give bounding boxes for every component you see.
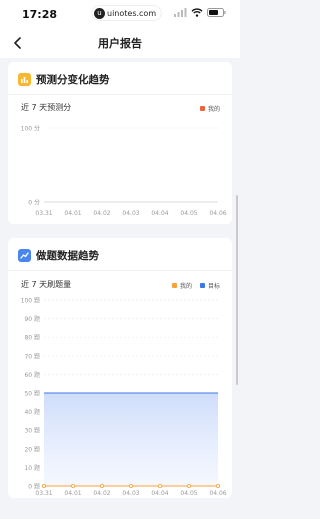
- x-tick-label: 04.06: [209, 210, 226, 217]
- status-bar: 17:28 u uinotes.com: [0, 0, 240, 28]
- practice-chart-subtitle: 近 7 天刷题量: [21, 280, 72, 289]
- x-tick-label: 03.31: [35, 490, 52, 496]
- x-tick-label: 03.31: [35, 210, 52, 217]
- status-time: 17:28: [22, 8, 58, 21]
- watermark-logo: u: [94, 7, 105, 19]
- y-tick-label: 30 题: [24, 428, 40, 435]
- legend-swatch: [199, 106, 205, 111]
- legend-label: 我的: [207, 106, 220, 113]
- wifi-icon: [191, 8, 203, 17]
- x-tick-label: 04.03: [122, 210, 139, 217]
- signal-icon: [174, 8, 187, 17]
- practice-trend-card: 做题数据趋势 近 7 天刷题量 我的 目标 100 题 90 题 80 题 70 题 6…: [8, 238, 232, 498]
- y-tick-label: 20 题: [24, 446, 40, 453]
- trend-line-icon: [18, 249, 31, 262]
- data-point: [186, 483, 191, 488]
- practice-trend-title: 做题数据趋势: [36, 250, 99, 262]
- x-tick-label: 04.02: [93, 490, 110, 496]
- legend-item-target: 目标: [199, 281, 220, 290]
- x-tick-label: 04.03: [122, 490, 139, 496]
- y-tick-label: 70 题: [24, 353, 40, 360]
- battery-icon: [207, 8, 226, 17]
- y-tick-label: 40 题: [24, 409, 40, 416]
- x-tick-label: 04.04: [151, 490, 168, 496]
- x-tick-label: 04.04: [151, 210, 168, 217]
- data-point: [215, 483, 220, 488]
- score-chart-legend: 我的: [192, 104, 220, 113]
- y-tick-label: 100 题: [21, 298, 40, 305]
- y-tick-label: 10 题: [24, 465, 40, 472]
- practice-trend-header: 做题数据趋势: [18, 248, 99, 263]
- legend-item-mine: 我的: [171, 281, 192, 290]
- bar-chart-icon: [18, 73, 31, 86]
- data-point: [71, 483, 76, 488]
- score-trend-header: 预测分变化趋势: [18, 72, 110, 87]
- status-icons: [174, 8, 226, 17]
- y-tick-label: 80 题: [24, 335, 40, 342]
- card-divider: [8, 94, 232, 95]
- practice-chart: 100 题 90 题 80 题 70 题 60 题 50 题 40 题 30 题 20 题 10 …: [21, 298, 227, 497]
- score-trend-card: 预测分变化趋势 近 7 天预测分 我的 100 分 0 分 03.31 04.01 04…: [8, 62, 232, 224]
- data-point: [157, 483, 162, 488]
- page-title: 用户报告: [98, 37, 142, 50]
- x-tick-label: 04.01: [64, 210, 81, 217]
- y-tick-label: 90 题: [24, 316, 40, 323]
- x-tick-label: 04.02: [93, 210, 110, 217]
- legend-label: 目标: [207, 283, 220, 290]
- legend-label: 我的: [179, 283, 192, 290]
- watermark-text: uinotes.com: [107, 8, 157, 18]
- data-point: [100, 483, 105, 488]
- x-tick-label: 04.05: [180, 490, 197, 496]
- score-chart: 100 分 0 分 03.31 04.01 04.02 04.03 04.04 04.05 04…: [21, 125, 227, 218]
- score-trend-title: 预测分变化趋势: [36, 74, 110, 86]
- y-tick-label: 100 分: [21, 125, 40, 133]
- scrollbar[interactable]: [236, 195, 238, 385]
- y-tick-label: 50 题: [24, 391, 40, 398]
- practice-chart-legend: 我的 目标: [164, 281, 220, 290]
- y-tick-label: 0 分: [28, 199, 40, 207]
- legend-item-mine: 我的: [199, 104, 220, 113]
- data-point: [129, 483, 134, 488]
- y-tick-label: 60 题: [24, 372, 40, 379]
- x-tick-label: 04.05: [180, 210, 197, 217]
- x-tick-label: 04.01: [64, 490, 81, 496]
- data-point: [42, 483, 47, 488]
- card-divider: [8, 270, 232, 271]
- watermark: u uinotes.com: [92, 6, 162, 20]
- legend-swatch: [171, 283, 177, 288]
- x-tick-label: 04.06: [209, 490, 226, 496]
- legend-swatch: [199, 283, 205, 288]
- target-series-area: [44, 393, 218, 486]
- score-chart-subtitle: 近 7 天预测分: [21, 103, 72, 112]
- nav-bar: 用户报告: [0, 28, 240, 58]
